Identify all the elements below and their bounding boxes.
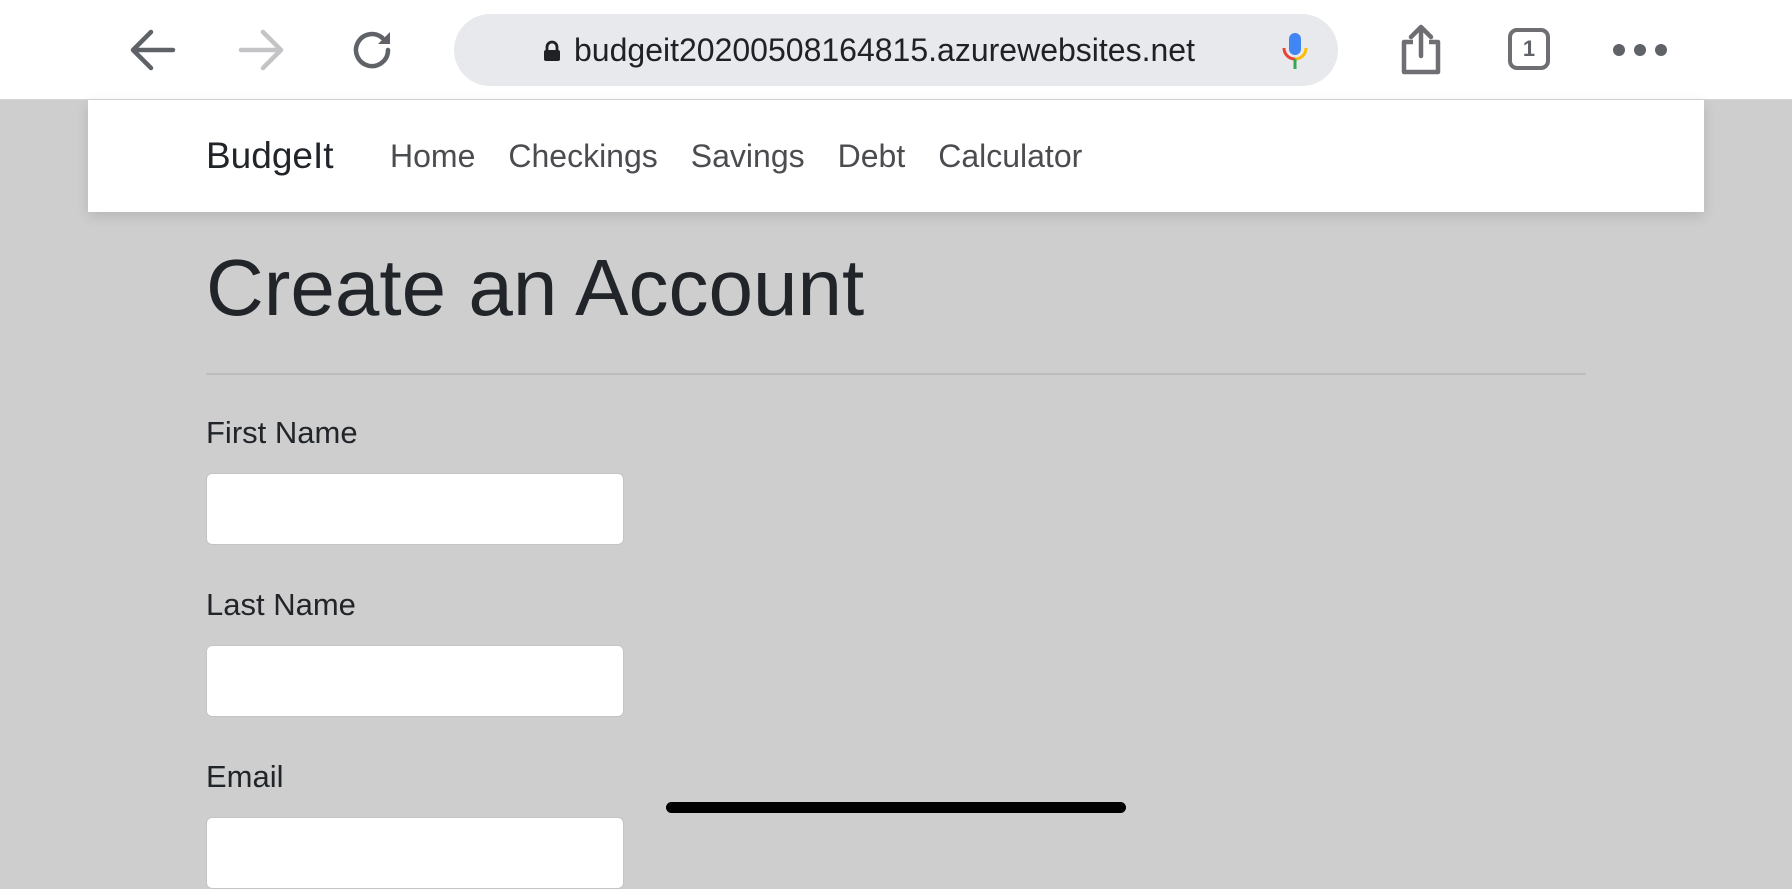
back-arrow-icon — [130, 29, 176, 71]
nav-link-debt[interactable]: Debt — [838, 100, 906, 212]
nav-link-checkings[interactable]: Checkings — [508, 100, 657, 212]
more-options-button[interactable] — [1608, 22, 1672, 78]
reload-icon — [353, 31, 391, 69]
more-dots-icon — [1613, 44, 1667, 56]
tab-count: 1 — [1522, 36, 1536, 61]
tab-switcher-button[interactable]: 1 — [1508, 28, 1550, 70]
share-icon — [1401, 24, 1441, 75]
reload-button[interactable] — [342, 22, 402, 78]
back-button[interactable] — [122, 22, 182, 78]
title-divider — [206, 373, 1586, 375]
first-name-input[interactable] — [206, 473, 624, 545]
nav-link-calculator[interactable]: Calculator — [938, 100, 1082, 212]
first-name-label: First Name — [206, 415, 358, 450]
forward-button[interactable] — [232, 22, 292, 78]
url-text[interactable]: budgeit20200508164815.azurewebsites.net — [574, 14, 1195, 86]
email-label: Email — [206, 759, 284, 794]
lock-icon — [544, 40, 560, 61]
last-name-input[interactable] — [206, 645, 624, 717]
page-title: Create an Account — [206, 243, 865, 332]
brand-logo-text[interactable]: BudgeIt — [206, 100, 334, 212]
site-navbar: BudgeIt Home Checkings Savings Debt Calc… — [88, 100, 1704, 212]
address-bar[interactable]: budgeit20200508164815.azurewebsites.net — [454, 14, 1338, 86]
nav-link-home[interactable]: Home — [390, 100, 475, 212]
forward-arrow-icon — [238, 29, 284, 71]
nav-link-savings[interactable]: Savings — [691, 100, 805, 212]
home-indicator-bar[interactable] — [666, 802, 1126, 813]
nav-links: Home Checkings Savings Debt Calculator — [390, 100, 1082, 212]
microphone-icon[interactable] — [1280, 31, 1310, 71]
browser-toolbar: budgeit20200508164815.azurewebsites.net … — [0, 0, 1792, 100]
share-button[interactable] — [1391, 22, 1451, 78]
last-name-label: Last Name — [206, 587, 356, 622]
